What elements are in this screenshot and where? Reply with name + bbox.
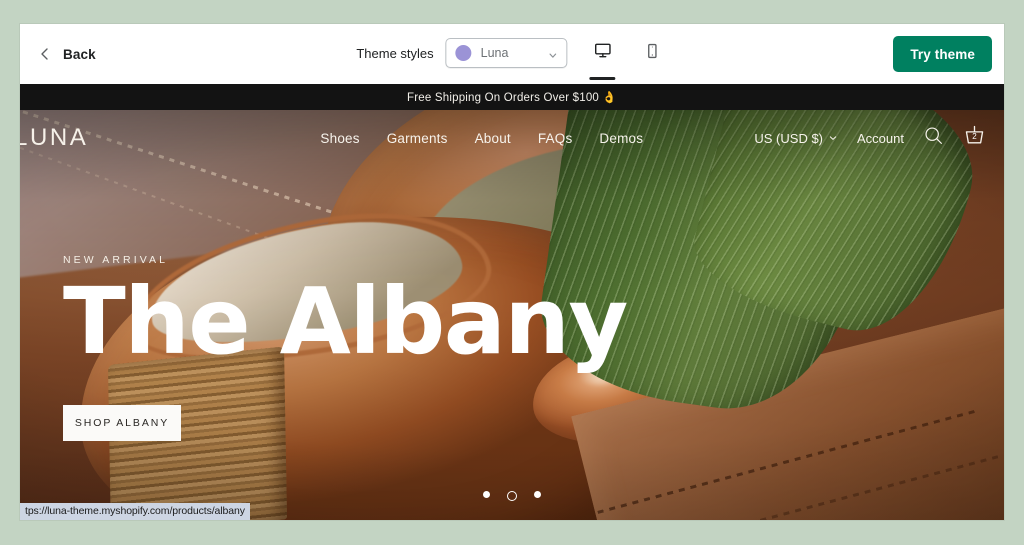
cart-button[interactable]: 2: [963, 124, 986, 152]
chevron-left-icon: [37, 46, 53, 62]
mobile-view-button[interactable]: [638, 37, 668, 69]
theme-style-select[interactable]: Luna: [445, 38, 568, 68]
desktop-view-button[interactable]: [588, 37, 618, 80]
nav-link-about[interactable]: About: [475, 131, 511, 146]
theme-style-controls: Theme styles Luna: [356, 37, 668, 80]
nav-link-faqs[interactable]: FAQs: [538, 131, 573, 146]
carousel-dots: [20, 491, 1004, 501]
try-theme-button[interactable]: Try theme: [893, 36, 992, 72]
store-navigation: LUNA Shoes Garments About FAQs Demos US …: [20, 110, 1004, 166]
nav-link-garments[interactable]: Garments: [387, 131, 448, 146]
theme-preview-window: Back Theme styles Luna Try theme Free Sh…: [20, 24, 1004, 520]
screen-root: Back Theme styles Luna Try theme Free Sh…: [0, 0, 1024, 545]
nav-utilities: US (USD $) Account 2: [754, 124, 986, 152]
mobile-icon: [644, 42, 662, 65]
carousel-dot-1[interactable]: [483, 491, 490, 498]
currency-label: US (USD $): [754, 130, 824, 146]
back-button[interactable]: Back: [37, 46, 96, 62]
nav-link-shoes[interactable]: Shoes: [320, 131, 359, 146]
desktop-icon: [593, 41, 612, 65]
carousel-dot-2[interactable]: [507, 491, 517, 501]
account-link[interactable]: Account: [857, 131, 904, 146]
hero-section: LUNA Shoes Garments About FAQs Demos US …: [20, 110, 1004, 520]
search-icon: [923, 125, 944, 151]
search-button[interactable]: [923, 125, 944, 151]
shop-albany-button[interactable]: SHOP ALBANY: [63, 404, 181, 441]
nav-links: Shoes Garments About FAQs Demos: [320, 131, 643, 146]
chevron-down-icon: [828, 131, 838, 146]
store-logo[interactable]: LUNA: [20, 124, 88, 152]
viewport-toggle-group: [588, 37, 668, 80]
theme-preview-toolbar: Back Theme styles Luna Try theme: [20, 24, 1004, 85]
cart-item-count: 2: [972, 132, 977, 141]
back-label: Back: [63, 46, 96, 62]
hero-headline: The Albany: [63, 268, 628, 375]
hero-content: NEW ARRIVAL The Albany SHOP ALBANY: [63, 254, 628, 441]
chevron-down-icon: [548, 48, 559, 59]
color-swatch-circle-icon: [455, 45, 472, 61]
currency-selector[interactable]: US (USD $): [754, 131, 838, 146]
storefront-preview: Free Shipping On Orders Over $100 👌 LUNA…: [20, 84, 1004, 520]
announcement-bar: Free Shipping On Orders Over $100 👌: [20, 84, 1004, 110]
theme-style-value: Luna: [480, 46, 509, 60]
theme-styles-label: Theme styles: [356, 45, 434, 61]
carousel-dot-3[interactable]: [534, 491, 541, 498]
hero-eyebrow: NEW ARRIVAL: [63, 254, 169, 266]
nav-link-demos[interactable]: Demos: [599, 131, 643, 146]
status-bar-url: tps://luna-theme.myshopify.com/products/…: [20, 503, 250, 520]
